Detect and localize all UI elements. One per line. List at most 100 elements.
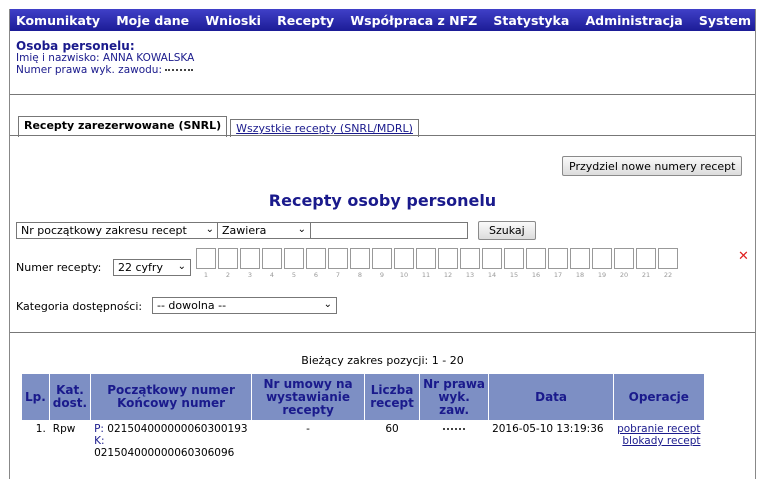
filter-mode-select[interactable]: Zawiera ⌄: [217, 222, 311, 239]
digit-input[interactable]: [416, 248, 436, 269]
filter-field-select[interactable]: Nr początkowy zakresu recept ⌄: [16, 222, 219, 239]
chevron-down-icon: ⌄: [297, 224, 306, 235]
digit-index-label: 20: [619, 271, 629, 279]
digit-cell: 6: [306, 248, 326, 280]
digit-input[interactable]: [570, 248, 590, 269]
col-end-number: Końcowy numer: [117, 396, 226, 410]
personnel-info: Osoba personelu: Imię i nazwisko: ANNA K…: [16, 40, 194, 76]
app-frame: Komunikaty Moje dane Wnioski Recepty Wsp…: [9, 9, 756, 479]
digit-cell: 22: [658, 248, 678, 280]
digit-cell: 3: [240, 248, 260, 280]
digit-index-label: 7: [335, 271, 341, 279]
digit-cell: 21: [636, 248, 656, 280]
table-row: 1. Rpw P: 021504000000060300193 K: 02150…: [22, 421, 704, 461]
row-end-number: 021504000000060306096: [94, 447, 235, 459]
digit-index-label: 8: [357, 271, 363, 279]
digit-input[interactable]: [438, 248, 458, 269]
digit-count-select[interactable]: 22 cyfry ⌄: [113, 259, 191, 276]
digit-index-label: 1: [203, 271, 209, 279]
chevron-down-icon: ⌄: [205, 224, 214, 235]
digit-cell: 2: [218, 248, 238, 280]
assign-new-numbers-button[interactable]: Przydziel nowe numery recept: [562, 156, 743, 176]
block-prescriptions-link[interactable]: blokady recept: [617, 435, 700, 447]
col-number-range: Początkowy numer Końcowy numer: [91, 374, 252, 420]
personnel-title: Osoba personelu:: [16, 39, 135, 53]
digit-cell: 10: [394, 248, 414, 280]
digit-input[interactable]: [548, 248, 568, 269]
digit-cell: 8: [350, 248, 370, 280]
chevron-down-icon: ⌄: [323, 299, 332, 310]
col-contract: Nr umowy na wystawianie recepty: [252, 374, 365, 420]
personnel-license-redacted: [165, 69, 194, 71]
digit-input[interactable]: [262, 248, 282, 269]
tab-reserved-prescriptions[interactable]: Recepty zarezerwowane (SNRL): [18, 116, 228, 137]
digit-index-label: 21: [641, 271, 651, 279]
menu-recepty[interactable]: Recepty: [277, 13, 334, 28]
digit-input[interactable]: [526, 248, 546, 269]
filter-mode-value: Zawiera: [222, 224, 267, 237]
digit-cell: 9: [372, 248, 392, 280]
prescription-digit-inputs: 1 2 3 4 5 6 7 8 9 10 11 12 13 14 15 16 17 18 19 20 21 22: [196, 248, 680, 280]
row-license-redacted: [443, 428, 466, 430]
digit-input[interactable]: [240, 248, 260, 269]
digit-index-label: 10: [399, 271, 409, 279]
menu-administracja[interactable]: Administracja: [585, 13, 682, 28]
digit-input[interactable]: [394, 248, 414, 269]
digit-cell: 4: [262, 248, 282, 280]
digit-index-label: 13: [465, 271, 475, 279]
search-button[interactable]: Szukaj: [478, 221, 536, 240]
digit-cell: 7: [328, 248, 348, 280]
search-input[interactable]: [310, 222, 468, 239]
digit-index-label: 3: [247, 271, 253, 279]
row-operations: pobranie recept blokady recept: [614, 421, 703, 461]
digit-index-label: 9: [379, 271, 385, 279]
tab-divider: [10, 135, 755, 136]
digit-input[interactable]: [284, 248, 304, 269]
divider: [10, 94, 755, 95]
current-range-text: Bieżący zakres pozycji: 1 - 20: [301, 354, 464, 367]
digit-input[interactable]: [306, 248, 326, 269]
col-license: Nr prawa wyk. zaw.: [420, 374, 489, 420]
digit-input[interactable]: [218, 248, 238, 269]
menu-wspolpraca-nfz[interactable]: Współpraca z NFZ: [350, 13, 477, 28]
digit-input[interactable]: [196, 248, 216, 269]
digit-cell: 19: [592, 248, 612, 280]
digit-index-label: 18: [575, 271, 585, 279]
digit-input[interactable]: [504, 248, 524, 269]
digit-input[interactable]: [636, 248, 656, 269]
digit-input[interactable]: [658, 248, 678, 269]
col-category: Kat. dost.: [49, 374, 91, 420]
menu-statystyka[interactable]: Statystyka: [493, 13, 569, 28]
digit-cell: 12: [438, 248, 458, 280]
digit-input[interactable]: [372, 248, 392, 269]
digit-input[interactable]: [614, 248, 634, 269]
download-prescriptions-link[interactable]: pobranie recept: [617, 423, 700, 435]
digit-input[interactable]: [328, 248, 348, 269]
menu-moje-dane[interactable]: Moje dane: [116, 13, 189, 28]
top-menu-bar: Komunikaty Moje dane Wnioski Recepty Wsp…: [10, 9, 755, 31]
digit-cell: 17: [548, 248, 568, 280]
availability-category-select[interactable]: -- dowolna -- ⌄: [152, 297, 337, 314]
digit-cell: 11: [416, 248, 436, 280]
digit-input[interactable]: [460, 248, 480, 269]
digit-index-label: 12: [443, 271, 453, 279]
digit-cell: 5: [284, 248, 304, 280]
menu-wnioski[interactable]: Wnioski: [205, 13, 261, 28]
page-title: Recepty osoby personelu: [268, 191, 497, 210]
row-date: 2016-05-10 13:19:36: [492, 423, 604, 435]
menu-system[interactable]: System: [699, 13, 751, 28]
digit-index-label: 19: [597, 271, 607, 279]
personnel-license-row: Numer prawa wyk. zawodu:: [16, 64, 194, 76]
divider: [10, 332, 755, 333]
digit-input[interactable]: [350, 248, 370, 269]
clear-digits-icon[interactable]: ✕: [738, 249, 749, 264]
digit-index-label: 6: [313, 271, 319, 279]
digit-input[interactable]: [592, 248, 612, 269]
row-lp: 1.: [35, 423, 46, 435]
digit-index-label: 2: [225, 271, 231, 279]
end-prefix: K:: [94, 435, 105, 447]
digit-cell: 20: [614, 248, 634, 280]
menu-komunikaty[interactable]: Komunikaty: [16, 13, 100, 28]
digit-index-label: 14: [487, 271, 497, 279]
digit-input[interactable]: [482, 248, 502, 269]
